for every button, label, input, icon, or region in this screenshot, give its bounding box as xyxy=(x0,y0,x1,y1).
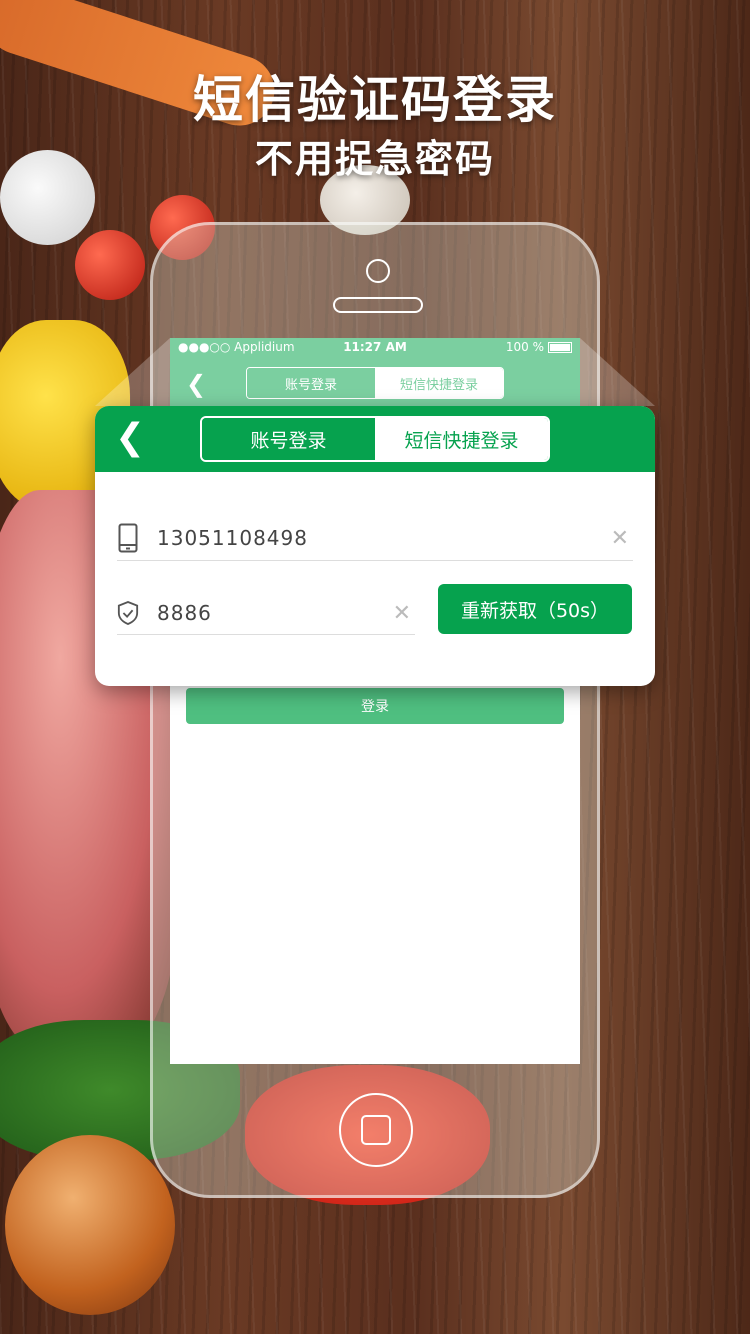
card-header: ❮ 账号登录 短信快捷登录 xyxy=(95,406,655,472)
battery-label: 100 % xyxy=(505,340,544,354)
clear-icon[interactable]: ✕ xyxy=(611,526,629,551)
mini-login-tabs: 账号登录 短信快捷登录 xyxy=(246,367,504,399)
camera-icon xyxy=(366,259,390,283)
tab-sms-login[interactable]: 短信快捷登录 xyxy=(375,418,548,460)
mini-tab-account[interactable]: 账号登录 xyxy=(247,368,375,398)
resend-code-button[interactable]: 重新获取（50s） xyxy=(438,584,632,634)
battery-icon xyxy=(548,342,572,353)
mini-nav-bar: ❮ 账号登录 短信快捷登录 xyxy=(170,358,580,408)
phone-field[interactable]: 13051108498 ✕ xyxy=(117,516,633,561)
phone-icon xyxy=(117,523,139,553)
shield-check-icon xyxy=(117,598,139,628)
chevron-left-icon[interactable]: ❮ xyxy=(186,370,206,398)
onion-image xyxy=(5,1135,175,1315)
login-tabs: 账号登录 短信快捷登录 xyxy=(200,416,550,462)
home-square-icon xyxy=(361,1115,391,1145)
login-card: ❮ 账号登录 短信快捷登录 13051108498 ✕ 8886 ✕ 重新获取（… xyxy=(95,406,655,686)
tomato-image xyxy=(75,230,145,300)
code-field[interactable]: 8886 ✕ xyxy=(117,592,415,635)
home-button[interactable] xyxy=(339,1093,413,1167)
phone-number-value: 13051108498 xyxy=(157,526,308,550)
clear-icon[interactable]: ✕ xyxy=(393,601,411,626)
verification-code-value: 8886 xyxy=(157,601,212,625)
mini-tab-sms[interactable]: 短信快捷登录 xyxy=(375,368,503,398)
headline-subtitle: 不用捉急密码 xyxy=(254,137,495,181)
status-bar: ●●●○○ Applidium 11:27 AM 100 % xyxy=(170,338,580,358)
speaker-icon xyxy=(333,297,423,313)
login-button[interactable]: 登录 xyxy=(186,688,564,724)
back-chevron-icon[interactable]: ❮ xyxy=(115,418,145,458)
tab-account-login[interactable]: 账号登录 xyxy=(202,418,375,460)
battery-indicator: 100 % xyxy=(506,340,572,354)
headline-title: 短信验证码登录 xyxy=(193,71,557,129)
